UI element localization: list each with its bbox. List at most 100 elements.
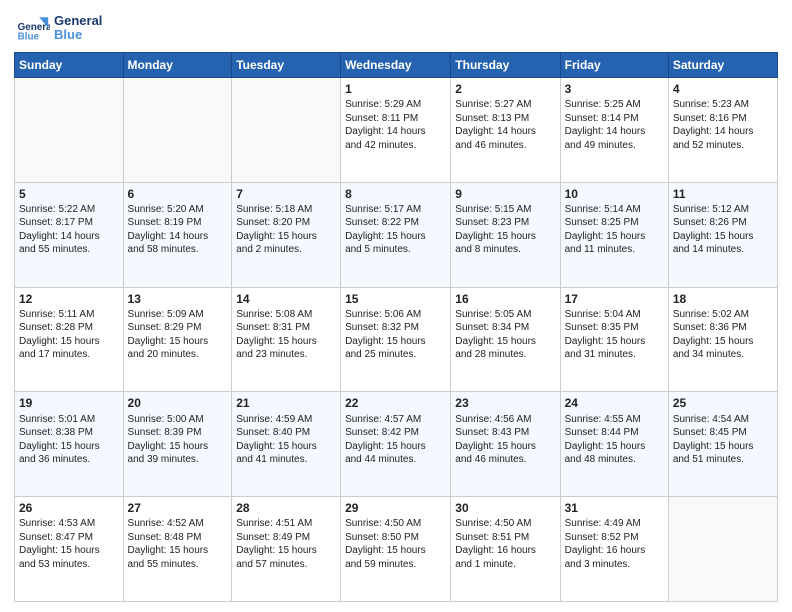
day-number: 8 bbox=[345, 186, 446, 202]
day-number: 14 bbox=[236, 291, 336, 307]
weekday-header-sunday: Sunday bbox=[15, 53, 124, 78]
day-number: 29 bbox=[345, 500, 446, 516]
calendar-cell: 26Sunrise: 4:53 AMSunset: 8:47 PMDayligh… bbox=[15, 497, 124, 602]
day-info-line: Daylight: 15 hours bbox=[19, 440, 119, 454]
day-info-line: Sunrise: 4:49 AM bbox=[565, 517, 664, 531]
day-number: 26 bbox=[19, 500, 119, 516]
day-info-line: Daylight: 15 hours bbox=[673, 230, 773, 244]
day-info-line: Sunset: 8:44 PM bbox=[565, 426, 664, 440]
day-info-line: Sunrise: 5:04 AM bbox=[565, 308, 664, 322]
calendar-cell: 1Sunrise: 5:29 AMSunset: 8:11 PMDaylight… bbox=[341, 78, 451, 183]
day-info-line: Sunset: 8:51 PM bbox=[455, 531, 555, 545]
day-info-line: Sunset: 8:25 PM bbox=[565, 216, 664, 230]
day-number: 24 bbox=[565, 395, 664, 411]
day-info-line: and 11 minutes. bbox=[565, 243, 664, 257]
calendar-cell: 19Sunrise: 5:01 AMSunset: 8:38 PMDayligh… bbox=[15, 392, 124, 497]
day-info-line: and 39 minutes. bbox=[128, 453, 228, 467]
calendar-cell: 6Sunrise: 5:20 AMSunset: 8:19 PMDaylight… bbox=[123, 182, 232, 287]
day-info-line: Daylight: 15 hours bbox=[565, 335, 664, 349]
weekday-header-wednesday: Wednesday bbox=[341, 53, 451, 78]
day-info-line: Daylight: 14 hours bbox=[455, 125, 555, 139]
calendar-cell: 21 Sunrise: 4:59 AMSunset: 8:40 PMDayligh… bbox=[232, 392, 341, 497]
calendar-cell: 29Sunrise: 4:50 AMSunset: 8:50 PMDayligh… bbox=[341, 497, 451, 602]
day-info-line: and 8 minutes. bbox=[455, 243, 555, 257]
day-number: 21 bbox=[236, 395, 336, 411]
day-number: 17 bbox=[565, 291, 664, 307]
day-number: 27 bbox=[128, 500, 228, 516]
calendar-cell: 31Sunrise: 4:49 AMSunset: 8:52 PMDayligh… bbox=[560, 497, 668, 602]
day-info-line: Daylight: 15 hours bbox=[236, 335, 336, 349]
day-info-line: Sunset: 8:43 PM bbox=[455, 426, 555, 440]
calendar-cell: 5Sunrise: 5:22 AMSunset: 8:17 PMDaylight… bbox=[15, 182, 124, 287]
weekday-header-thursday: Thursday bbox=[451, 53, 560, 78]
day-info-line: Daylight: 15 hours bbox=[128, 335, 228, 349]
calendar-table: SundayMondayTuesdayWednesdayThursdayFrid… bbox=[14, 52, 778, 602]
day-info-line: Daylight: 15 hours bbox=[455, 230, 555, 244]
day-number: 20 bbox=[128, 395, 228, 411]
day-info-line: Sunrise: 5:01 AM bbox=[19, 413, 119, 427]
calendar-cell: 8Sunrise: 5:17 AMSunset: 8:22 PMDaylight… bbox=[341, 182, 451, 287]
day-info-line: Daylight: 14 hours bbox=[565, 125, 664, 139]
day-info-line: Sunrise: 4:52 AM bbox=[128, 517, 228, 531]
day-info-line: Daylight: 15 hours bbox=[19, 335, 119, 349]
day-number: 7 bbox=[236, 186, 336, 202]
day-info-line: Sunset: 8:40 PM bbox=[236, 426, 336, 440]
day-info-line: Sunrise: 5:18 AM bbox=[236, 203, 336, 217]
day-info-line: Sunrise: 5:27 AM bbox=[455, 98, 555, 112]
day-info-line: Sunrise: 5:29 AM bbox=[345, 98, 446, 112]
calendar-cell: 28Sunrise: 4:51 AMSunset: 8:49 PMDayligh… bbox=[232, 497, 341, 602]
calendar-cell bbox=[232, 78, 341, 183]
day-number: 18 bbox=[673, 291, 773, 307]
day-info-line: Daylight: 15 hours bbox=[345, 440, 446, 454]
calendar-cell bbox=[668, 497, 777, 602]
weekday-header-friday: Friday bbox=[560, 53, 668, 78]
day-number: 22 bbox=[345, 395, 446, 411]
page: General Blue General Blue SundayMondayTu… bbox=[0, 0, 792, 612]
day-info-line: and 25 minutes. bbox=[345, 348, 446, 362]
calendar-cell: 24Sunrise: 4:55 AMSunset: 8:44 PMDayligh… bbox=[560, 392, 668, 497]
day-number: 31 bbox=[565, 500, 664, 516]
day-number: 23 bbox=[455, 395, 555, 411]
day-number: 10 bbox=[565, 186, 664, 202]
day-info-line: Sunrise: 4:56 AM bbox=[455, 413, 555, 427]
day-info-line: Daylight: 14 hours bbox=[345, 125, 446, 139]
svg-text:Blue: Blue bbox=[18, 32, 40, 43]
day-number: 2 bbox=[455, 81, 555, 97]
day-number: 15 bbox=[345, 291, 446, 307]
day-info-line: Sunrise: 5:23 AM bbox=[673, 98, 773, 112]
calendar-cell: 10Sunrise: 5:14 AMSunset: 8:25 PMDayligh… bbox=[560, 182, 668, 287]
day-info-line: Daylight: 14 hours bbox=[128, 230, 228, 244]
day-number: 4 bbox=[673, 81, 773, 97]
day-info-line: Sunrise: 4:59 AM bbox=[236, 413, 336, 427]
calendar-cell: 22Sunrise: 4:57 AMSunset: 8:42 PMDayligh… bbox=[341, 392, 451, 497]
day-info-line: Sunset: 8:29 PM bbox=[128, 321, 228, 335]
day-info-line: Sunset: 8:34 PM bbox=[455, 321, 555, 335]
calendar-cell: 2Sunrise: 5:27 AMSunset: 8:13 PMDaylight… bbox=[451, 78, 560, 183]
day-info-line: Sunrise: 4:50 AM bbox=[345, 517, 446, 531]
day-info-line: Sunset: 8:42 PM bbox=[345, 426, 446, 440]
day-info-line: Daylight: 15 hours bbox=[345, 230, 446, 244]
day-info-line: Daylight: 15 hours bbox=[455, 440, 555, 454]
day-info-line: Sunset: 8:31 PM bbox=[236, 321, 336, 335]
calendar-cell: 23 Sunrise: 4:56 AMSunset: 8:43 PMDayligh… bbox=[451, 392, 560, 497]
day-info-line: Daylight: 15 hours bbox=[128, 544, 228, 558]
day-info-line: and 49 minutes. bbox=[565, 139, 664, 153]
day-info-line: Sunset: 8:45 PM bbox=[673, 426, 773, 440]
calendar-cell: 27Sunrise: 4:52 AMSunset: 8:48 PMDayligh… bbox=[123, 497, 232, 602]
day-info-line: Daylight: 15 hours bbox=[236, 440, 336, 454]
day-info-line: Sunset: 8:26 PM bbox=[673, 216, 773, 230]
day-info-line: Sunrise: 5:05 AM bbox=[455, 308, 555, 322]
day-info-line: Daylight: 15 hours bbox=[455, 335, 555, 349]
day-info-line: Sunset: 8:17 PM bbox=[19, 216, 119, 230]
day-info-line: Sunrise: 4:51 AM bbox=[236, 517, 336, 531]
weekday-header-saturday: Saturday bbox=[668, 53, 777, 78]
day-number: 5 bbox=[19, 186, 119, 202]
logo-icon: General Blue bbox=[14, 10, 50, 46]
day-info-line: and 52 minutes. bbox=[673, 139, 773, 153]
day-info-line: Sunset: 8:13 PM bbox=[455, 112, 555, 126]
day-info-line: and 2 minutes. bbox=[236, 243, 336, 257]
day-number: 30 bbox=[455, 500, 555, 516]
day-info-line: Daylight: 15 hours bbox=[673, 440, 773, 454]
day-info-line: Sunset: 8:16 PM bbox=[673, 112, 773, 126]
calendar-cell: 25Sunrise: 4:54 AMSunset: 8:45 PMDayligh… bbox=[668, 392, 777, 497]
